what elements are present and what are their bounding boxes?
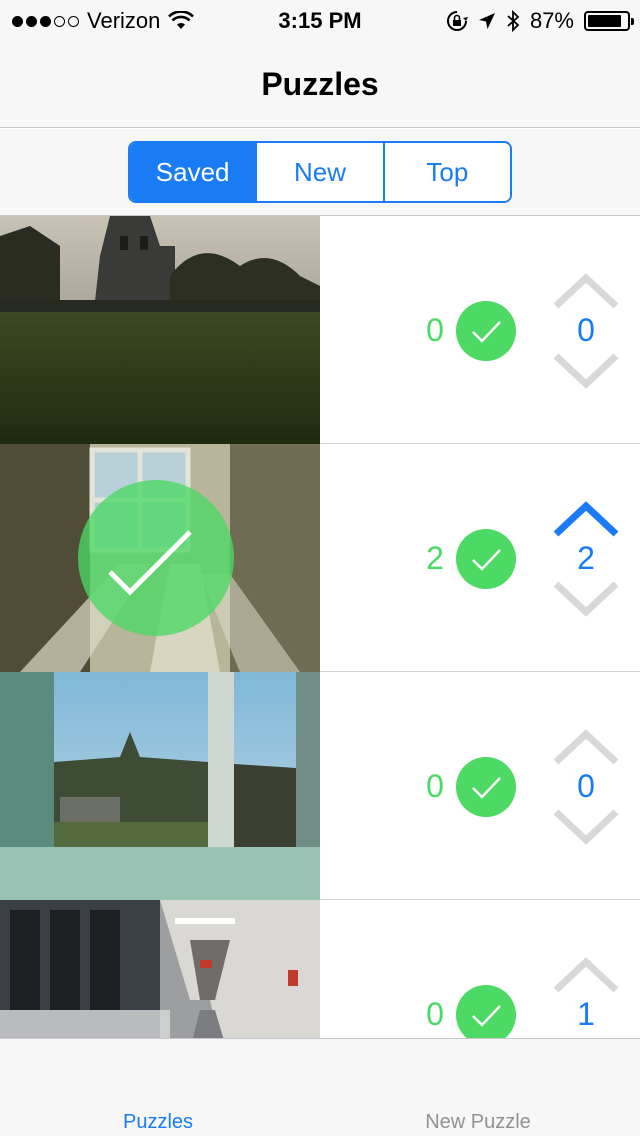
tab-puzzles[interactable]: Puzzles — [38, 1111, 278, 1134]
segment-top[interactable]: Top — [384, 143, 510, 201]
battery-icon — [584, 11, 634, 31]
location-arrow-icon — [478, 13, 495, 29]
puzzle-row[interactable]: 0 0 — [0, 672, 640, 900]
puzzle-thumbnail[interactable] — [0, 900, 320, 1038]
puzzle-thumbnail[interactable] — [0, 216, 320, 444]
vote-score: 0 — [577, 312, 595, 348]
bluetooth-icon — [507, 10, 520, 32]
solved-overlay-check-icon — [78, 480, 234, 636]
battery-fill — [588, 15, 622, 27]
solved-count: 0 — [426, 312, 444, 348]
tab-bar: Puzzles New Puzzle — [0, 1038, 640, 1136]
battery-percent: 87% — [529, 8, 574, 33]
checkmark-icon[interactable] — [456, 757, 516, 817]
puzzle-row[interactable]: 0 0 — [0, 216, 640, 444]
checkmark-icon[interactable] — [456, 985, 516, 1038]
rotation-lock-icon — [446, 11, 468, 31]
checkmark-icon[interactable] — [456, 301, 516, 361]
segment-area: Saved New Top — [0, 129, 640, 216]
upvote-chevron-icon[interactable] — [550, 728, 622, 768]
filter-segmented-control: Saved New Top — [128, 141, 512, 203]
vote-score: 0 — [577, 768, 595, 804]
solved-count: 2 — [426, 540, 444, 576]
puzzle-thumbnail[interactable] — [0, 444, 320, 672]
solved-count: 0 — [426, 996, 444, 1032]
solved-count: 0 — [426, 768, 444, 804]
page-title: Puzzles — [261, 66, 379, 102]
upvote-chevron-icon[interactable] — [550, 272, 622, 312]
puzzle-list[interactable]: 0 0 2 2 0 0 0 1 — [0, 216, 640, 1038]
vote-score: 2 — [577, 540, 595, 576]
status-bar: Verizon 3:15 PM 87% — [0, 0, 640, 40]
upvote-chevron-icon[interactable] — [550, 500, 622, 540]
segment-saved[interactable]: Saved — [130, 143, 258, 201]
puzzle-row[interactable]: 2 2 — [0, 444, 640, 672]
puzzle-row[interactable]: 0 1 — [0, 900, 640, 1038]
puzzle-thumbnail[interactable] — [0, 672, 320, 900]
segment-new[interactable]: New — [257, 143, 385, 201]
checkmark-icon[interactable] — [456, 529, 516, 589]
downvote-chevron-icon[interactable] — [550, 350, 622, 390]
app-screen: Verizon 3:15 PM 87% Puzzles Saved New To… — [0, 0, 640, 1136]
downvote-chevron-icon[interactable] — [550, 806, 622, 846]
navigation-bar: Puzzles — [0, 40, 640, 128]
tab-new-puzzle[interactable]: New Puzzle — [358, 1111, 598, 1134]
upvote-chevron-icon[interactable] — [550, 956, 622, 996]
status-right: 87% — [446, 8, 634, 34]
downvote-chevron-icon[interactable] — [550, 578, 622, 618]
vote-score: 1 — [577, 996, 595, 1032]
